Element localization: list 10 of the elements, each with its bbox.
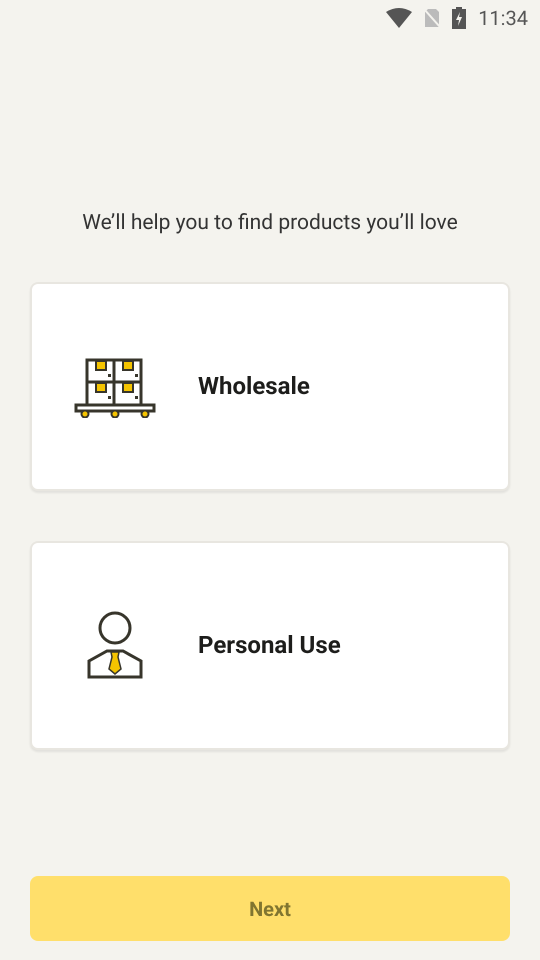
option-label: Wholesale bbox=[198, 371, 310, 402]
battery-charging-icon bbox=[452, 7, 466, 29]
option-card[interactable]: Wholesale bbox=[30, 282, 510, 490]
option-card[interactable]: Personal Use bbox=[30, 540, 510, 750]
option-label: Personal Use bbox=[198, 630, 341, 661]
status-time: 11:34 bbox=[478, 5, 528, 32]
person-with-tie-icon bbox=[87, 611, 143, 679]
no-sim-icon bbox=[424, 8, 440, 28]
prompt-text: We’ll help you to find products you’ll love bbox=[81, 210, 459, 237]
wifi-icon bbox=[386, 8, 412, 28]
